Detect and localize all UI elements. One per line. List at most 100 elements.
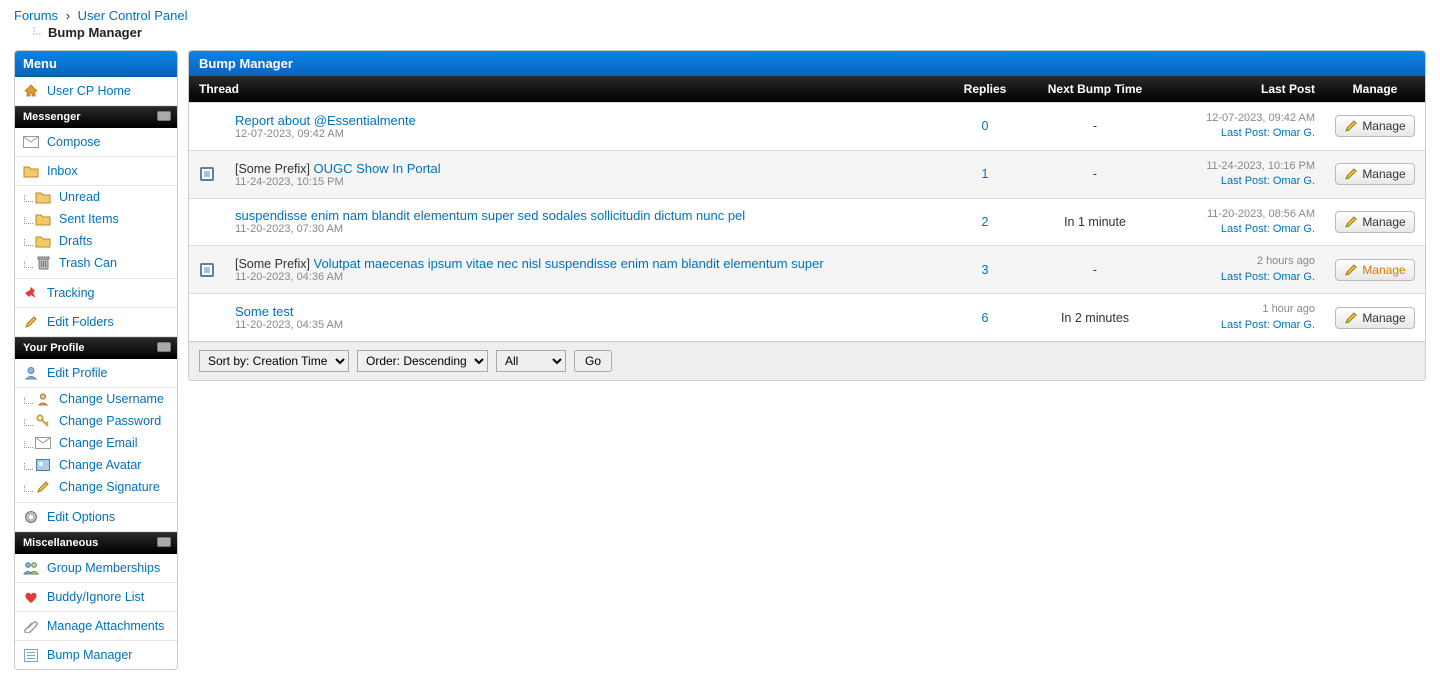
sidebar-item-label[interactable]: Edit Options [47,510,115,524]
last-post-user[interactable]: Omar G. [1273,127,1315,139]
avatar-icon [35,457,51,473]
sidebar-item-trash[interactable]: Trash Can [15,252,177,274]
folder-icon [35,211,51,227]
last-post-user[interactable]: Omar G. [1273,175,1315,187]
sidebar-item-label[interactable]: Manage Attachments [47,619,164,633]
sidebar-item-label[interactable]: Unread [59,190,100,204]
manage-button[interactable]: Manage [1335,163,1414,185]
manage-button[interactable]: Manage [1335,211,1414,233]
table-row: [Some Prefix] Volutpat maecenas ipsum vi… [189,246,1425,294]
sidebar-item-compose[interactable]: Compose [15,128,177,157]
sidebar-item-label[interactable]: Change Signature [59,480,160,494]
paperclip-icon [23,618,39,634]
replies-link[interactable]: 2 [982,215,989,229]
thread-cell: [Some Prefix] Volutpat maecenas ipsum vi… [225,246,945,294]
sort-by-select[interactable]: Sort by: Creation Time [199,350,349,372]
last-post-cell: 11-24-2023, 10:16 PMLast Post: Omar G. [1165,150,1325,198]
folder-icon [23,163,39,179]
sidebar-item-label[interactable]: Change Username [59,392,164,406]
sidebar-item-change-signature[interactable]: Change Signature [15,476,177,498]
last-post-link[interactable]: Last Post: [1221,319,1270,331]
sidebar-item-change-avatar[interactable]: Change Avatar [15,454,177,476]
sidebar-item-bump-manager[interactable]: Bump Manager [15,641,177,669]
sidebar-item-label[interactable]: Bump Manager [47,648,132,662]
sidebar-item-edit-folders[interactable]: Edit Folders [15,308,177,337]
sidebar-item-tracking[interactable]: Tracking [15,279,177,308]
sidebar-item-change-email[interactable]: Change Email [15,432,177,454]
last-post-time: 11-24-2023, 10:16 PM [1175,159,1315,174]
collapse-icon[interactable] [157,342,171,352]
sidebar-item-group-memberships[interactable]: Group Memberships [15,554,177,583]
thread-time: 11-24-2023, 10:15 PM [235,176,935,188]
last-post-time: 1 hour ago [1175,302,1315,317]
sidebar-section-profile: Your Profile [15,337,177,359]
thread-link[interactable]: Report about @Essentialmente [235,113,416,128]
go-button[interactable]: Go [574,350,612,372]
manage-button[interactable]: Manage [1335,259,1414,281]
sidebar-item-label[interactable]: Inbox [47,164,78,178]
sidebar-item-label[interactable]: Edit Profile [47,366,107,380]
sidebar-item-label[interactable]: Edit Folders [47,315,114,329]
sidebar-item-label[interactable]: Change Avatar [59,458,141,472]
thread-cell: [Some Prefix] OUGC Show In Portal11-24-2… [225,150,945,198]
replies-link[interactable]: 3 [982,263,989,277]
last-post-time: 12-07-2023, 09:42 AM [1175,111,1315,126]
sidebar-item-usercp-home[interactable]: User CP Home [15,77,177,106]
sidebar-item-label[interactable]: Compose [47,135,101,149]
last-post-link[interactable]: Last Post: [1221,127,1270,139]
manage-button[interactable]: Manage [1335,115,1414,137]
replies-link[interactable]: 0 [982,119,989,133]
sidebar-item-change-password[interactable]: Change Password [15,410,177,432]
last-post-link[interactable]: Last Post: [1221,175,1270,187]
replies-cell: 6 [945,294,1025,341]
breadcrumb-parent[interactable]: User Control Panel [78,8,188,23]
last-post-user[interactable]: Omar G. [1273,223,1315,235]
sidebar-item-label[interactable]: Drafts [59,234,92,248]
sidebar-item-drafts[interactable]: Drafts [15,230,177,252]
breadcrumb-root[interactable]: Forums [14,8,58,23]
view-select[interactable]: All [496,350,566,372]
replies-cell: 0 [945,103,1025,151]
last-post-link[interactable]: Last Post: [1221,271,1270,283]
sidebar-item-label[interactable]: Change Email [59,436,138,450]
sidebar-item-edit-profile[interactable]: Edit Profile [15,359,177,388]
replies-link[interactable]: 6 [982,311,989,325]
sidebar-item-label[interactable]: Trash Can [59,256,117,270]
thread-link[interactable]: Some test [235,304,294,319]
thread-time: 11-20-2023, 04:35 AM [235,319,935,331]
sidebar-item-buddy-ignore[interactable]: Buddy/Ignore List [15,583,177,612]
sidebar-item-edit-options[interactable]: Edit Options [15,503,177,532]
col-replies: Replies [945,76,1025,103]
thread-type-icon [189,294,225,341]
thread-link[interactable]: Volutpat maecenas ipsum vitae nec nisl s… [314,256,824,271]
manage-button[interactable]: Manage [1335,307,1414,329]
thread-type-icon [189,198,225,246]
collapse-icon[interactable] [157,537,171,547]
sidebar-item-inbox[interactable]: Inbox [15,157,177,186]
sidebar-item-label[interactable]: Sent Items [59,212,119,226]
sidebar-title: Menu [15,51,177,77]
last-post-cell: 2 hours agoLast Post: Omar G. [1165,246,1325,294]
sidebar-item-change-username[interactable]: Change Username [15,388,177,410]
sidebar-item-manage-attachments[interactable]: Manage Attachments [15,612,177,641]
collapse-icon[interactable] [157,111,171,121]
sidebar-item-label[interactable]: Change Password [59,414,161,428]
order-select[interactable]: Order: Descending [357,350,488,372]
sidebar-item-unread[interactable]: Unread [15,186,177,208]
sidebar-item-label[interactable]: User CP Home [47,84,131,98]
sidebar-item-label[interactable]: Group Memberships [47,561,160,575]
replies-cell: 2 [945,198,1025,246]
replies-link[interactable]: 1 [982,167,989,181]
sidebar-item-label[interactable]: Buddy/Ignore List [47,590,144,604]
sidebar-item-label[interactable]: Tracking [47,286,94,300]
last-post-user[interactable]: Omar G. [1273,271,1315,283]
last-post-user[interactable]: Omar G. [1273,319,1315,331]
thread-link[interactable]: OUGC Show In Portal [314,161,441,176]
thread-link[interactable]: suspendisse enim nam blandit elementum s… [235,208,745,223]
table-row: [Some Prefix] OUGC Show In Portal11-24-2… [189,150,1425,198]
sidebar-item-sent[interactable]: Sent Items [15,208,177,230]
manage-label: Manage [1362,119,1405,133]
manage-cell: Manage [1325,103,1425,151]
last-post-link[interactable]: Last Post: [1221,223,1270,235]
thread-type-icon [189,150,225,198]
